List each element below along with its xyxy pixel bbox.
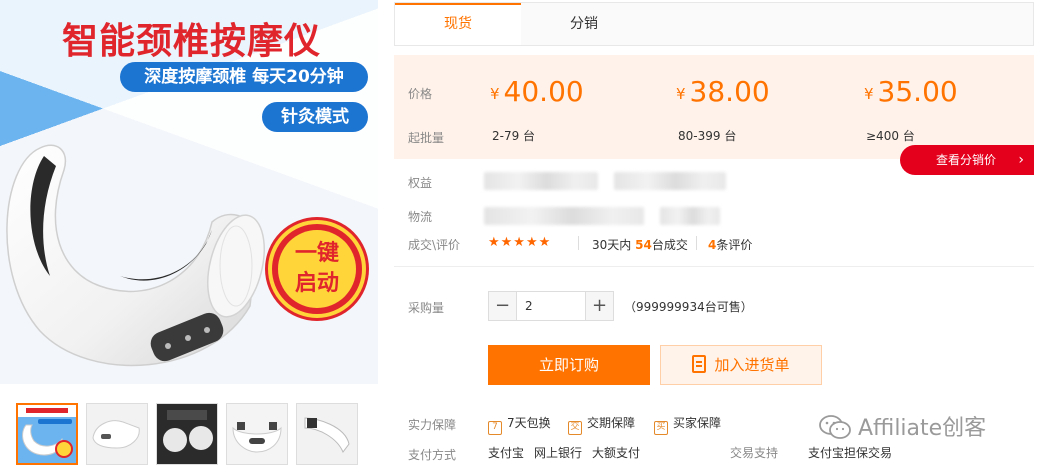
divider (394, 266, 1034, 267)
buy-now-button[interactable]: 立即订购 (488, 345, 650, 385)
thumbnail-2[interactable] (86, 403, 148, 465)
wechat-icon (819, 415, 851, 439)
thumbnail-image-icon (297, 404, 357, 464)
available-stock: （999999934台可售） (624, 300, 753, 314)
blurred-logistics-info (660, 207, 720, 225)
clipboard-icon (692, 355, 707, 373)
tab-distribution[interactable]: 分销 (521, 3, 647, 45)
chevron-right-icon: › (1018, 152, 1024, 168)
main-product-image[interactable]: 智能颈椎按摩仪 深度按摩颈椎 每天20分钟 针灸模式 一键 启动 (0, 0, 378, 384)
moq-label: 起批量 (408, 131, 445, 145)
price-tier-2: ¥38.00 (676, 75, 770, 108)
thumbnail-1[interactable] (16, 403, 78, 465)
rights-label: 权益 (408, 176, 433, 190)
logistics-label: 物流 (408, 210, 433, 224)
price-tier-3: ¥35.00 (864, 75, 958, 108)
quantity-plus-button[interactable]: + (585, 292, 613, 320)
thumbnail-5[interactable] (296, 403, 358, 465)
thumbnail-3[interactable] (156, 403, 218, 465)
one-key-start-badge: 一键 启动 (268, 220, 366, 318)
add-to-cart-button[interactable]: 加入进货单 (660, 345, 822, 385)
payment-large: 大额支付 (592, 446, 641, 460)
range-tier-3: ≥400 台 (866, 129, 915, 143)
payment-alipay: 支付宝 (488, 446, 525, 460)
thumbnail-image-icon (227, 404, 287, 464)
price-label: 价格 (408, 87, 433, 101)
thumbnail-image-icon (157, 404, 217, 464)
thumbnail-image-icon (18, 405, 76, 463)
guarantee-7day-exchange[interactable]: 7 7天包换 (488, 414, 551, 435)
blurred-logistics-info (484, 207, 644, 225)
purchase-type-tabs: 现货 分销 (394, 2, 1034, 46)
blurred-rights-info (614, 172, 726, 190)
thumbnail-4[interactable] (226, 403, 288, 465)
range-tier-2: 80-399 台 (678, 129, 737, 143)
quantity-minus-button[interactable]: − (489, 292, 517, 320)
quantity-stepper: − + (488, 291, 614, 321)
neck-massager-illustration (6, 144, 265, 367)
guarantee-buyer[interactable]: 买买家保障 (654, 414, 721, 435)
thumbnail-image-icon (87, 404, 147, 464)
exchange-icon: 7 (488, 421, 502, 435)
sales-count[interactable]: 30天内 54台成交 (592, 236, 688, 253)
view-distribution-price-button[interactable]: 查看分销价 › (900, 145, 1034, 175)
review-label: 成交\评价 (408, 238, 461, 252)
ad-title: 智能颈椎按摩仪 (62, 21, 322, 62)
ad-subtitle: 深度按摩颈椎 每天20分钟 (120, 62, 368, 92)
price-panel: 价格 起批量 ¥40.00 ¥38.00 ¥35.00 2-79 台 80-39… (394, 55, 1034, 159)
price-tier-1: ¥40.00 (490, 75, 584, 108)
product-page: 智能颈椎按摩仪 深度按摩颈椎 每天20分钟 针灸模式 一键 启动 现货 分销 价… (0, 0, 1044, 474)
trade-support-value: 支付宝担保交易 (808, 446, 893, 460)
payment-label: 支付方式 (408, 448, 457, 462)
quantity-input[interactable] (517, 292, 585, 320)
guarantee-delivery[interactable]: 交交期保障 (568, 414, 635, 435)
delivery-icon: 交 (568, 421, 582, 435)
review-count[interactable]: 4条评价 (708, 236, 752, 253)
blurred-rights-info (484, 172, 598, 190)
range-tier-1: 2-79 台 (492, 129, 536, 143)
watermark: Affiliate创客 (818, 410, 986, 442)
payment-online-bank: 网上银行 (534, 446, 583, 460)
shield-icon: 买 (654, 421, 668, 435)
guarantee-label: 实力保障 (408, 418, 457, 432)
quantity-label: 采购量 (408, 301, 445, 315)
rating-stars[interactable]: ★★★★★ (488, 235, 551, 250)
tab-spot-goods[interactable]: 现货 (395, 3, 521, 45)
trade-support-label: 交易支持 (730, 446, 779, 460)
